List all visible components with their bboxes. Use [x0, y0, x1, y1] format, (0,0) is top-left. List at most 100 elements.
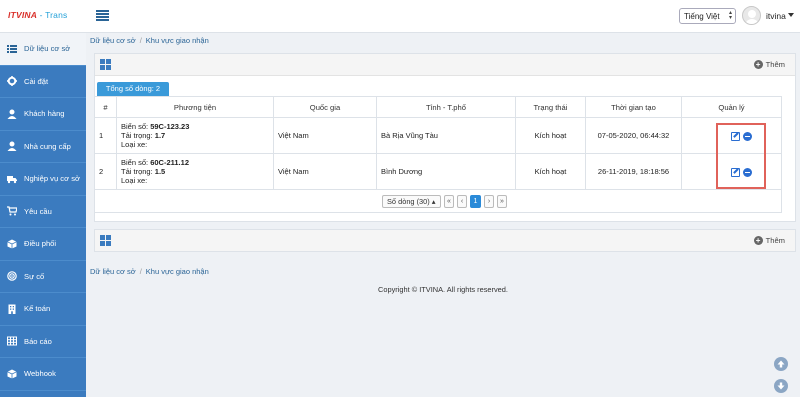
col-header-status[interactable]: Trạng thái — [515, 96, 586, 118]
language-select[interactable]: Tiếng Việt ▴ ▾ — [679, 8, 736, 24]
logo[interactable]: ITVINA - Trans — [8, 10, 67, 20]
table-icon — [7, 336, 17, 346]
add-button[interactable]: + Thêm — [753, 60, 785, 69]
cell-created: 07-05-2020, 06:44:32 — [585, 117, 682, 154]
breadcrumb: Dữ liệu cơ sở / Khu vực giao nhận — [90, 36, 209, 45]
cell-vehicle: Biển số: 60C-211.12 Tải trọng: 1.5 Loại … — [116, 153, 274, 190]
sidebar-item-su-co[interactable]: Sự cố — [0, 261, 86, 293]
list-icon — [7, 44, 17, 54]
breadcrumb-root[interactable]: Dữ liệu cơ sở — [90, 267, 136, 276]
col-header-created[interactable]: Thời gian tạo — [585, 96, 682, 118]
load-label: Tải trọng: — [121, 131, 153, 140]
sidebar-item-label: Điều phối — [24, 239, 57, 249]
hamburger-menu-icon[interactable] — [96, 10, 109, 21]
sidebar-item-label: Khách hàng — [24, 109, 65, 119]
copyright-text: Copyright © ITVINA. All rights reserved. — [378, 285, 508, 294]
building-icon — [7, 304, 17, 314]
bottom-panel: + Thêm — [94, 229, 796, 252]
sidebar-item-label: Sự cố — [24, 271, 45, 281]
sidebar-item-bao-cao[interactable]: Báo cáo — [0, 326, 86, 358]
sidebar-item-label: Yêu cầu — [24, 206, 52, 216]
sidebar-item-nha-cung-cap[interactable]: Nhà cung cấp — [0, 131, 86, 163]
row-count-tag: Tổng số dòng: 2 — [97, 82, 169, 96]
current-page-button[interactable]: 1 — [470, 195, 481, 208]
target-icon — [7, 271, 17, 282]
sidebar-item-webhook[interactable]: Webhook — [0, 358, 86, 391]
breadcrumb-root[interactable]: Dữ liệu cơ sở — [90, 36, 136, 45]
add-button-label: Thêm — [765, 236, 785, 245]
cell-index: 1 — [94, 117, 117, 154]
col-header-province[interactable]: Tỉnh - T.phố — [376, 96, 516, 118]
cell-vehicle: Biển số: 59C-123.23 Tải trọng: 1.7 Loại … — [116, 117, 274, 154]
type-label: Loại xe: — [121, 140, 148, 149]
sidebar-item-yeu-cau[interactable]: Yêu cầu — [0, 196, 86, 228]
cube-icon — [7, 239, 17, 249]
breadcrumb-current[interactable]: Khu vực giao nhận — [146, 36, 209, 45]
col-header-index[interactable]: # — [94, 96, 117, 118]
sidebar-item-du-lieu-co-so[interactable]: Dữ liệu cơ sở — [0, 33, 86, 66]
plus-icon: + — [753, 60, 763, 69]
data-table: # Phương tiện Quốc gia Tỉnh - T.phố Trạn… — [94, 96, 782, 190]
delete-icon[interactable] — [743, 132, 752, 141]
grid-icon — [100, 59, 111, 70]
actions-highlight-box — [716, 123, 766, 189]
sidebar-item-label: Webhook — [24, 369, 56, 379]
cell-country: Việt Nam — [273, 117, 377, 154]
cart-icon — [7, 206, 17, 216]
last-page-button[interactable]: » — [497, 195, 507, 208]
sidebar-item-nghiep-vu-co-so[interactable]: Nghiệp vụ cơ sở — [0, 163, 86, 196]
table-row: 2 Biển số: 60C-211.12 Tải trọng: 1.5 Loạ… — [94, 153, 782, 190]
sidebar-item-label: Nhà cung cấp — [24, 141, 71, 151]
first-page-button[interactable]: « — [444, 195, 454, 208]
caret-down-icon[interactable] — [788, 13, 794, 17]
edit-icon[interactable] — [731, 168, 740, 177]
load-label: Tải trọng: — [121, 167, 153, 176]
cell-province: Bà Rịa Vũng Tàu — [376, 117, 516, 154]
main-content: Dữ liệu cơ sở / Khu vực giao nhận + Thêm + T… — [86, 33, 800, 397]
table-row: 1 Biển số: 59C-123.23 Tải trọng: 1.7 Loạ… — [94, 117, 782, 154]
col-header-manage: Quản lý — [681, 96, 782, 118]
bottom-panel-header: + Thêm — [95, 230, 795, 251]
scroll-down-icon[interactable] — [774, 379, 788, 393]
username[interactable]: itvina — [766, 11, 786, 21]
cell-created: 26-11-2019, 18:18:56 — [585, 153, 682, 190]
plate-value: 60C-211.12 — [150, 158, 189, 167]
col-header-vehicle[interactable]: Phương tiện — [116, 96, 274, 118]
plus-icon: + — [753, 236, 763, 245]
sidebar-item-label: Cài đặt — [24, 76, 49, 86]
edit-icon[interactable] — [731, 132, 740, 141]
rows-per-page-select[interactable]: Số dòng (30) ▴ — [382, 195, 441, 208]
add-button-label: Thêm — [765, 60, 785, 69]
avatar[interactable] — [742, 6, 761, 25]
top-bar: ITVINA - Trans Tiếng Việt ▴ ▾ itvina — [0, 0, 800, 33]
table-header-row: # Phương tiện Quốc gia Tỉnh - T.phố Trạn… — [94, 96, 782, 118]
pagination: Số dòng (30) ▴ « ‹ 1 › » — [94, 190, 782, 213]
next-page-button[interactable]: › — [484, 195, 494, 208]
plate-value: 59C-123.23 — [150, 122, 190, 131]
plate-label: Biển số: — [121, 122, 149, 131]
sidebar-item-cai-dat[interactable]: Cài đặt — [0, 66, 86, 98]
cell-status: Kích hoạt — [515, 153, 586, 190]
scroll-up-icon[interactable] — [774, 357, 788, 371]
sidebar-item-khach-hang[interactable]: Khách hàng — [0, 98, 86, 131]
sidebar-item-label: Báo cáo — [24, 336, 52, 346]
sidebar: Dữ liệu cơ sở Cài đặt Khách hàng Nhà cun… — [0, 33, 86, 397]
sidebar-item-label: Kế toán — [24, 304, 51, 314]
col-header-country[interactable]: Quốc gia — [273, 96, 377, 118]
cell-status: Kích hoạt — [515, 117, 586, 154]
cell-country: Việt Nam — [273, 153, 377, 190]
user-icon — [7, 109, 17, 119]
cube-icon — [7, 369, 17, 379]
breadcrumb-current[interactable]: Khu vực giao nhận — [146, 267, 209, 276]
sidebar-item-dieu-phoi[interactable]: Điều phối — [0, 228, 86, 261]
language-value: Tiếng Việt — [684, 12, 720, 21]
plate-label: Biển số: — [121, 158, 149, 167]
load-value: 1.5 — [154, 167, 166, 176]
delete-icon[interactable] — [743, 168, 752, 177]
add-button-bottom[interactable]: + Thêm — [753, 236, 785, 245]
breadcrumb-separator: / — [139, 36, 142, 45]
footer-breadcrumb: Dữ liệu cơ sở / Khu vực giao nhận — [90, 267, 209, 276]
cell-index: 2 — [94, 153, 117, 190]
sidebar-item-ke-toan[interactable]: Kế toán — [0, 293, 86, 326]
prev-page-button[interactable]: ‹ — [457, 195, 467, 208]
